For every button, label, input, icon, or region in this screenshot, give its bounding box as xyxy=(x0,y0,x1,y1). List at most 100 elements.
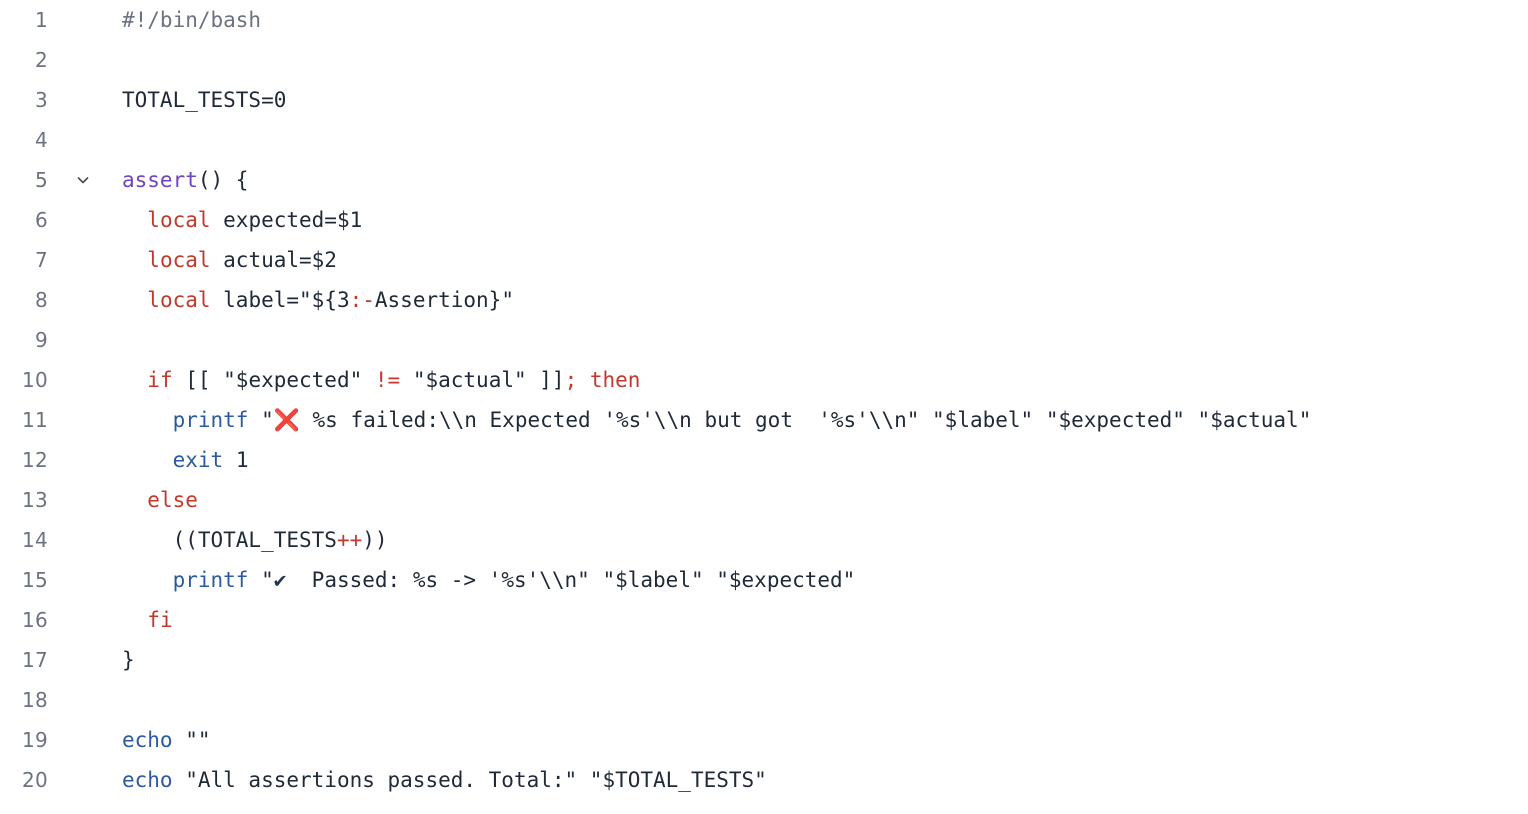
code-token: assert xyxy=(122,168,198,192)
line-number: 7 xyxy=(34,248,48,272)
line-number: 8 xyxy=(34,288,48,312)
code-line[interactable]: 7 local actual=$2 xyxy=(0,240,1528,280)
code-line[interactable]: 2 xyxy=(0,40,1528,80)
line-number: 17 xyxy=(21,648,48,672)
line-number: 18 xyxy=(21,688,48,712)
code-line[interactable]: 12 exit 1 xyxy=(0,440,1528,480)
code-line[interactable]: 1 #!/bin/bash xyxy=(0,0,1528,40)
line-number: 2 xyxy=(34,48,48,72)
line-number: 16 xyxy=(21,608,48,632)
code-token: ((TOTAL_TESTS xyxy=(122,528,337,552)
code-token: then xyxy=(589,368,641,392)
code-token: echo xyxy=(122,728,173,752)
code-token: } xyxy=(122,648,135,672)
code-line-content[interactable] xyxy=(122,680,1528,720)
code-line-content[interactable]: local expected=$1 xyxy=(122,200,1528,240)
code-token: "All assertions passed. Total:" "$TOTAL_… xyxy=(172,768,767,792)
code-line[interactable]: 18 xyxy=(0,680,1528,720)
code-line-content[interactable] xyxy=(122,120,1528,160)
code-line[interactable]: 17} xyxy=(0,640,1528,680)
code-token: else xyxy=(147,488,198,512)
code-line[interactable]: 10 if [[ "$expected" != "$actual" ]]; th… xyxy=(0,360,1528,400)
code-line[interactable]: 11 printf "❌ %s failed:\\n Expected '%s'… xyxy=(0,400,1528,440)
code-line[interactable]: 15 printf "✔ Passed: %s -> '%s'\\n" "$la… xyxy=(0,560,1528,600)
code-line-content[interactable]: echo "" xyxy=(122,720,1528,760)
code-token: expected=$1 xyxy=(210,208,363,232)
code-token: exit xyxy=(172,448,224,472)
code-token: [[ "$expected" xyxy=(172,368,375,392)
code-line-content[interactable]: fi xyxy=(122,600,1528,640)
code-line[interactable]: 20 echo "All assertions passed. Total:" "… xyxy=(0,760,1528,800)
code-token: #!/bin/bash xyxy=(122,8,262,32)
code-line[interactable]: 3 TOTAL_TESTS=0 xyxy=(0,80,1528,120)
line-number: 3 xyxy=(34,88,48,112)
code-line-content[interactable] xyxy=(122,40,1528,80)
code-token: echo xyxy=(122,768,173,792)
code-token: " xyxy=(248,408,274,432)
line-number: 6 xyxy=(34,208,48,232)
code-line[interactable]: 8 local label="${3:-Assertion}" xyxy=(0,280,1528,320)
code-token: printf xyxy=(172,408,249,432)
code-line-content[interactable]: assert() { xyxy=(122,160,1528,200)
code-token: printf xyxy=(172,568,249,592)
code-line-content[interactable]: #!/bin/bash xyxy=(122,0,1528,40)
line-number: 20 xyxy=(21,768,48,792)
code-line-content[interactable]: } xyxy=(122,640,1528,680)
code-token: )) xyxy=(362,528,388,552)
code-line[interactable]: 6 local expected=$1 xyxy=(0,200,1528,240)
line-number: 10 xyxy=(21,368,48,392)
code-line[interactable]: 14 ((TOTAL_TESTS++)) xyxy=(0,520,1528,560)
code-token: != xyxy=(374,368,401,392)
code-token: ; xyxy=(564,368,578,392)
code-line-content[interactable]: local actual=$2 xyxy=(122,240,1528,280)
code-line[interactable]: 19 echo "" xyxy=(0,720,1528,760)
code-token: " xyxy=(248,568,274,592)
code-line-content[interactable]: echo "All assertions passed. Total:" "$T… xyxy=(122,760,1528,800)
code-token: local xyxy=(147,248,211,272)
code-line-content[interactable]: exit 1 xyxy=(122,440,1528,480)
code-token: :- xyxy=(349,288,375,312)
code-token: 1 xyxy=(235,448,249,472)
code-token: Assertion}" xyxy=(374,288,514,312)
code-token: Passed: %s -> '%s'\\n" "$label" "$expect… xyxy=(286,568,856,592)
code-line[interactable]: 5 assert() { xyxy=(0,160,1528,200)
code-line-content[interactable]: TOTAL_TESTS=0 xyxy=(122,80,1528,120)
code-line-content[interactable]: printf "❌ %s failed:\\n Expected '%s'\\n… xyxy=(122,400,1528,440)
line-number: 9 xyxy=(34,328,48,352)
code-token: ++ xyxy=(336,528,363,552)
code-token: %s failed:\\n Expected '%s'\\n but got '… xyxy=(299,408,1312,432)
code-line-content[interactable] xyxy=(122,320,1528,360)
code-line[interactable]: 16 fi xyxy=(0,600,1528,640)
code-token: label="${3 xyxy=(210,288,350,312)
line-number: 5 xyxy=(34,168,48,192)
code-line-content[interactable]: local label="${3:-Assertion}" xyxy=(122,280,1528,320)
code-line-content[interactable]: ((TOTAL_TESTS++)) xyxy=(122,520,1528,560)
code-line[interactable]: 13 else xyxy=(0,480,1528,520)
line-number: 13 xyxy=(21,488,48,512)
chevron-down-icon[interactable] xyxy=(70,160,96,200)
code-editor[interactable]: 1 #!/bin/bash 2 3 TOTAL_TESTS=0 4 5 assert() {6… xyxy=(0,0,1528,814)
line-number: 4 xyxy=(34,128,48,152)
code-token: local xyxy=(147,208,211,232)
code-line[interactable]: 9 xyxy=(0,320,1528,360)
code-line-content[interactable]: else xyxy=(122,480,1528,520)
code-token: local xyxy=(147,288,211,312)
code-token: "" xyxy=(172,728,211,752)
code-token: ✔ xyxy=(273,568,287,592)
code-token: if xyxy=(147,368,173,392)
code-line-content[interactable]: printf "✔ Passed: %s -> '%s'\\n" "$label… xyxy=(122,560,1528,600)
code-token: () { xyxy=(197,168,249,192)
code-line-content[interactable]: if [[ "$expected" != "$actual" ]]; then xyxy=(122,360,1528,400)
code-token: ❌ xyxy=(273,408,300,432)
code-line[interactable]: 4 xyxy=(0,120,1528,160)
line-number: 14 xyxy=(21,528,48,552)
